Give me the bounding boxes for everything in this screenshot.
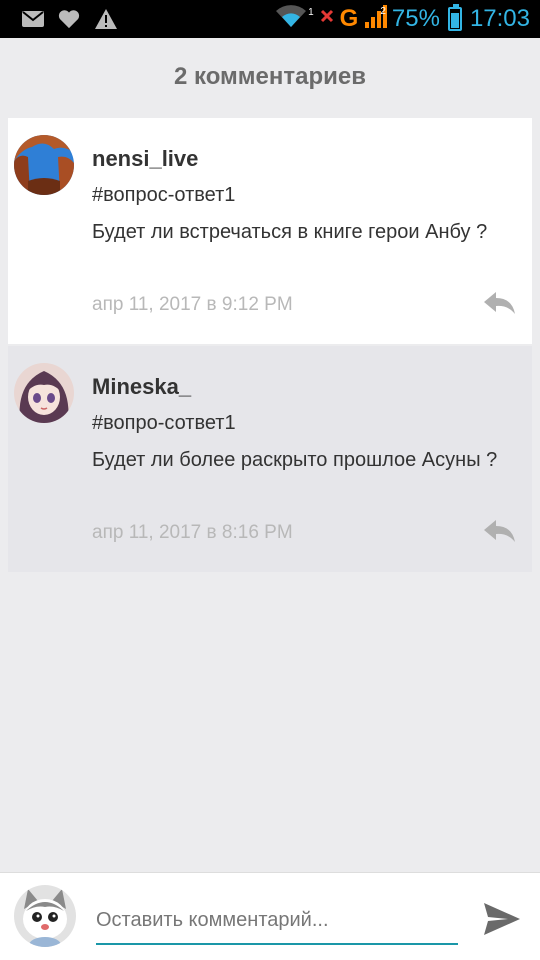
comments-header: 2 комментариев — [0, 38, 540, 116]
page-title: 2 комментариев — [173, 63, 367, 90]
reply-icon[interactable] — [482, 518, 516, 544]
anime-girl-avatar[interactable] — [14, 363, 74, 423]
heart-icon — [58, 9, 80, 34]
status-bar: 1 G 2 75% 17:03 — [0, 0, 540, 38]
warning-icon — [94, 8, 118, 35]
wifi-icon — [274, 3, 308, 34]
comment-hashtag[interactable]: #вопро-сответ1 — [92, 412, 236, 435]
comment-text: Будет ли более раскрыто прошлое Асуны ? — [92, 449, 498, 471]
comment-date: апр 11, 2017 в 9:12 PM — [92, 294, 293, 315]
reply-icon[interactable] — [482, 290, 516, 316]
cat-avatar[interactable] — [14, 885, 76, 947]
comment-compose-bar — [0, 872, 540, 960]
network-type: G — [339, 4, 359, 32]
comment-item: Mineska_ #вопро-сответ1 Будет ли более р… — [8, 346, 532, 572]
wifi-badge: 1 — [308, 7, 314, 18]
comment-text: Будет ли встречаться в книге герои Анбу … — [92, 221, 488, 243]
comment-input[interactable] — [96, 897, 458, 945]
send-button[interactable] — [482, 899, 522, 939]
clock: 17:03 — [469, 4, 530, 32]
comment-item: nensi_live #вопрос-ответ1 Будет ли встре… — [8, 118, 532, 344]
signal-badge: 2 — [380, 6, 386, 17]
email-icon — [22, 11, 44, 32]
battery-percent: 75% — [391, 4, 440, 32]
comment-date: апр 11, 2017 в 8:16 PM — [92, 522, 293, 543]
send-icon — [484, 903, 520, 935]
comment-username[interactable]: Mineska_ — [92, 374, 191, 400]
comment-hashtag[interactable]: #вопрос-ответ1 — [92, 184, 235, 207]
no-signal-x-icon — [320, 9, 334, 28]
rock-arch-avatar[interactable] — [14, 135, 74, 195]
battery-icon — [447, 3, 462, 31]
comment-username[interactable]: nensi_live — [92, 146, 198, 172]
